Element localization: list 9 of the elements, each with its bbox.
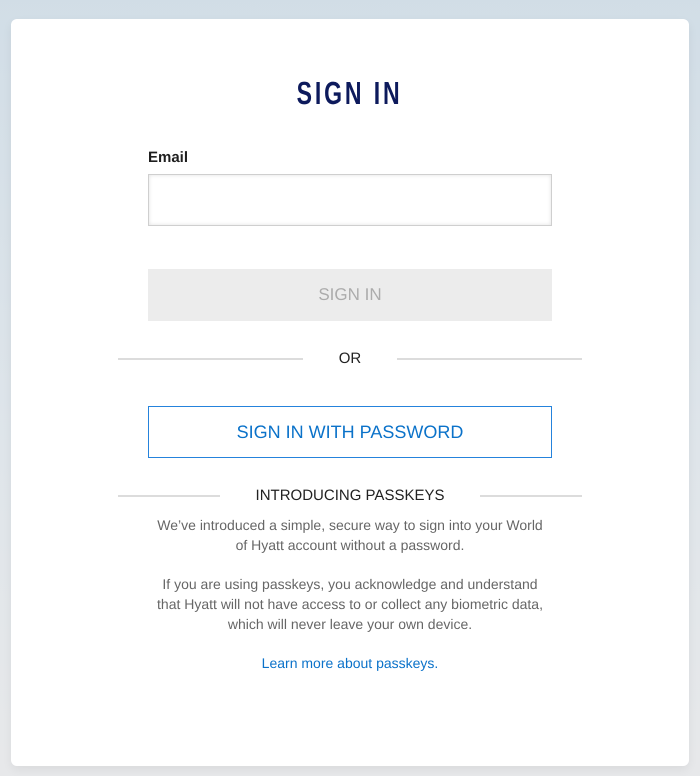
learn-more-link[interactable]: Learn more about passkeys.: [262, 653, 438, 673]
email-input-field[interactable]: [148, 174, 552, 226]
or-divider-text: OR: [338, 349, 362, 369]
passkeys-paragraph: If you are using passkeys, you acknowledge and understand that Hyatt will not have access to or collect any biometric data, which will never leave your own device.: [156, 575, 544, 634]
page-title: SIGN IN: [297, 75, 403, 111]
passkeys-paragraph: We’ve introduced a simple, secure way to sign into your World of Hyatt account without a password.: [156, 516, 544, 555]
sign-in-with-password-button[interactable]: SIGN IN WITH PASSWORD: [148, 406, 552, 458]
email-label: Email: [148, 148, 188, 168]
passkeys-heading: INTRODUCING PASSKEYS: [256, 486, 444, 506]
